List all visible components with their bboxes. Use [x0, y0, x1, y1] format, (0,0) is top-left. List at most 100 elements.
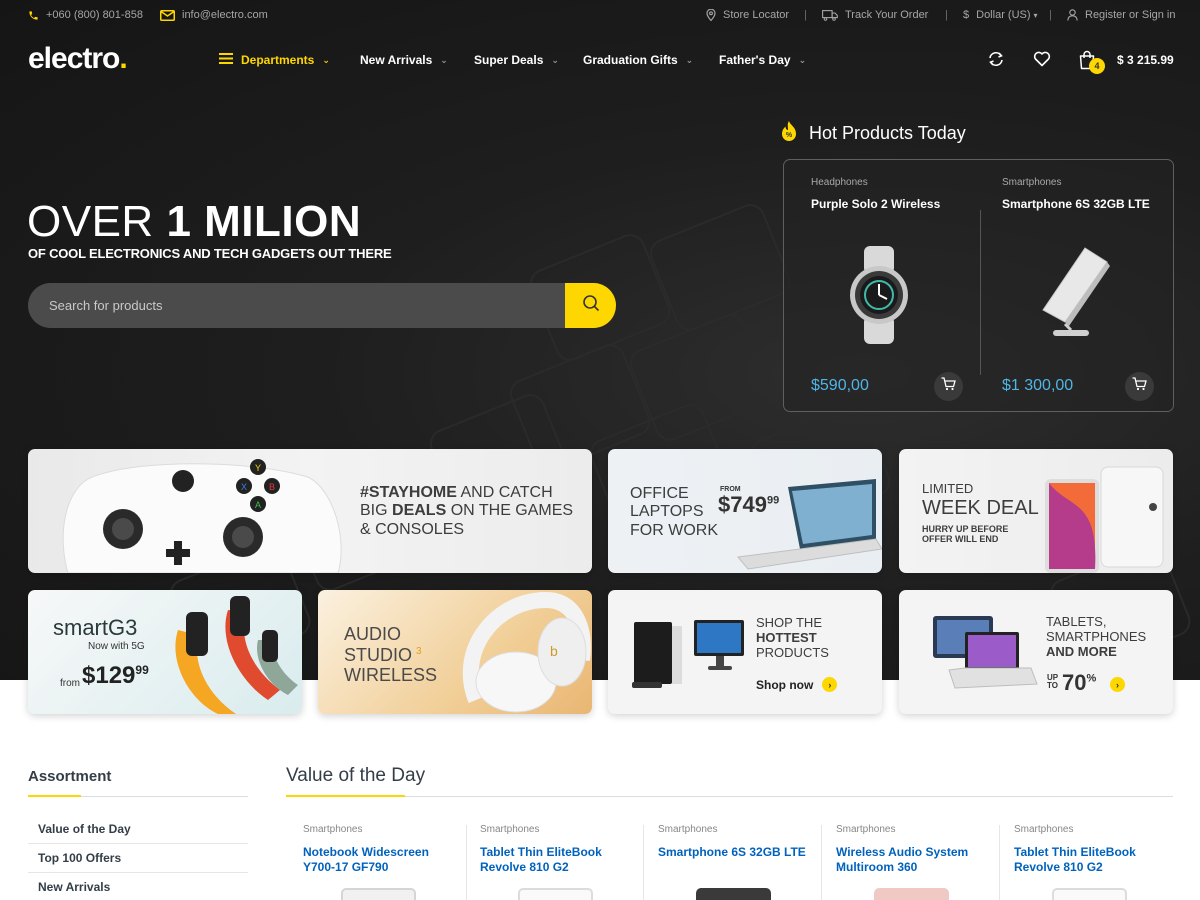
- assortment-item[interactable]: Value of the Day: [28, 815, 248, 844]
- banner-tablets-text: TABLETS, SMARTPHONES AND MORE: [1046, 614, 1146, 660]
- product-category: Smartphones: [480, 824, 540, 835]
- chevron-down-icon: ⌄: [440, 54, 448, 65]
- svg-text:A: A: [255, 500, 261, 510]
- gamepad-image: Y B X A: [62, 459, 342, 573]
- product-name[interactable]: Notebook Widescreen Y700-17 GF790: [303, 845, 453, 875]
- value-of-day-divider: [286, 796, 1173, 797]
- mail-icon: [160, 9, 175, 21]
- banner-smartg3[interactable]: smartG3 Now with 5G from $12999: [28, 590, 302, 714]
- fitness-band-image: [175, 596, 298, 714]
- product-card[interactable]: Smartphones Smartphone 6S 32GB LTE: [641, 815, 811, 900]
- banner-laptops-text: OFFICE LAPTOPS FOR WORK: [630, 485, 718, 540]
- cart-total[interactable]: $ 3 215.99: [1117, 53, 1174, 67]
- add-to-cart-button[interactable]: [1125, 372, 1154, 401]
- nav-graduation-gifts[interactable]: Graduation Gifts ⌄: [583, 53, 693, 67]
- product-image[interactable]: [696, 888, 771, 900]
- heart-icon[interactable]: [1033, 50, 1051, 73]
- chevron-down-icon: ⌄: [685, 54, 694, 65]
- logo-text: electro: [28, 42, 120, 75]
- banner-games-text: #STAYHOME AND CATCH BIG DEALS ON THE GAM…: [360, 484, 573, 539]
- desktop-computer-image: [632, 620, 744, 688]
- product-category: Smartphones: [658, 824, 718, 835]
- banner-text: STUDIO: [344, 644, 413, 665]
- topbar-divider: |: [1049, 9, 1052, 21]
- product-name[interactable]: Tablet Thin EliteBook Revolve 810 G2: [480, 845, 630, 875]
- truck-icon: [822, 9, 838, 21]
- search-button[interactable]: [565, 283, 616, 328]
- nav-new-arrivals[interactable]: New Arrivals ⌄: [360, 53, 448, 67]
- product-card[interactable]: Smartphones Tablet Thin EliteBook Revolv…: [463, 815, 633, 900]
- product-name[interactable]: Purple Solo 2 Wireless: [811, 197, 940, 211]
- value-of-day-accent-line: [286, 795, 405, 797]
- hot-product-card[interactable]: Smartphones Smartphone 6S 32GB LTE $1 30…: [975, 160, 1165, 413]
- product-name[interactable]: Smartphone 6S 32GB LTE: [658, 845, 808, 860]
- smartphone-image[interactable]: [1015, 240, 1125, 350]
- banner-games-consoles[interactable]: Y B X A #STAYHOME AND CATCH BIG DEALS ON…: [28, 449, 592, 573]
- assortment-item[interactable]: Top 100 Offers: [28, 844, 248, 873]
- banner-price: $12999: [82, 662, 149, 690]
- product-image[interactable]: [518, 888, 593, 900]
- arrow-right-icon[interactable]: ›: [1110, 677, 1125, 692]
- banner-text: WEEK DEAL: [922, 496, 1039, 519]
- banner-text: & CONSOLES: [360, 520, 465, 538]
- add-to-cart-button[interactable]: [934, 372, 963, 401]
- assortment-item[interactable]: New Arrivals: [28, 873, 248, 900]
- banner-text: HOTTEST: [756, 629, 817, 645]
- headphones-image: b: [462, 591, 591, 713]
- hero-title-light: OVER: [27, 197, 154, 246]
- chevron-down-icon: ⌄: [551, 54, 559, 65]
- topbar-divider: |: [804, 9, 807, 21]
- banner-tablets-smartphones[interactable]: TABLETS, SMARTPHONES AND MORE UP TO 70% ›: [899, 590, 1173, 714]
- account-link[interactable]: Register or Sign in: [1067, 9, 1176, 21]
- nav-super-deals-label: Super Deals: [474, 53, 544, 67]
- banner-text: DEALS: [392, 502, 447, 520]
- product-card[interactable]: Smartphones Tablet Thin EliteBook Revolv…: [997, 815, 1167, 900]
- hero-title-bold: 1 MILION: [166, 197, 362, 246]
- banner-week-text: LIMITED WEEK DEAL HURRY UP BEFORE OFFER …: [922, 481, 1039, 545]
- site-logo[interactable]: electro.: [28, 42, 128, 76]
- banner-text: AUDIO: [344, 624, 402, 644]
- banner-product-name: smartG3: [53, 615, 138, 640]
- product-name[interactable]: Smartphone 6S 32GB LTE: [1002, 197, 1150, 211]
- laptop-image: [737, 479, 882, 570]
- product-image[interactable]: [341, 888, 416, 900]
- product-name[interactable]: Wireless Audio System Multiroom 360: [836, 845, 986, 875]
- track-order-link[interactable]: Track Your Order: [822, 9, 928, 21]
- discount-to: TO: [1047, 680, 1058, 690]
- top-bar: +060 (800) 801-858 info@electro.com Stor…: [0, 0, 1200, 32]
- topbar-divider: |: [945, 9, 948, 21]
- product-category: Smartphones: [303, 824, 363, 835]
- discount-value: 70%: [1062, 670, 1096, 696]
- product-image[interactable]: [1052, 888, 1127, 900]
- search-input[interactable]: [28, 283, 568, 328]
- currency-selector[interactable]: $ Dollar (US) ▾: [963, 9, 1038, 21]
- product-card[interactable]: Smartphones Notebook Widescreen Y700-17 …: [286, 815, 456, 900]
- banner-hottest-products[interactable]: SHOP THE HOTTEST PRODUCTS Shop now ›: [608, 590, 882, 714]
- hot-product-card[interactable]: Headphones Purple Solo 2 Wireless $590,0…: [784, 160, 974, 413]
- compare-icon[interactable]: [987, 50, 1005, 73]
- svg-text:B: B: [269, 482, 275, 492]
- banner-text: HURRY UP BEFORE: [922, 523, 1009, 534]
- account-label: Register or Sign in: [1085, 9, 1176, 21]
- shop-now-link[interactable]: Shop now ›: [756, 677, 838, 692]
- nav-super-deals[interactable]: Super Deals ⌄: [474, 53, 559, 67]
- store-locator-link[interactable]: Store Locator: [706, 9, 789, 21]
- banner-text: LAPTOPS: [630, 503, 704, 521]
- nav-fathers-day[interactable]: Father's Day ⌄: [719, 53, 806, 67]
- smartphone-image: [1045, 466, 1164, 573]
- value-of-day-title: Value of the Day: [286, 765, 426, 786]
- phone-contact[interactable]: +060 (800) 801-858: [28, 9, 143, 21]
- nav-departments[interactable]: Departments ⌄: [219, 53, 330, 67]
- product-image[interactable]: [874, 888, 949, 900]
- add-to-cart-icon: [1132, 377, 1147, 396]
- banner-audio-studio[interactable]: AUDIO STUDIO 3 WIRELESS b: [318, 590, 592, 714]
- banner-limited-week-deal[interactable]: LIMITED WEEK DEAL HURRY UP BEFORE OFFER …: [899, 449, 1173, 573]
- product-name[interactable]: Tablet Thin EliteBook Revolve 810 G2: [1014, 845, 1164, 875]
- product-card[interactable]: Smartphones Wireless Audio System Multir…: [819, 815, 989, 900]
- chevron-down-icon: ▾: [1033, 10, 1038, 20]
- banner-audio-text: AUDIO STUDIO 3 WIRELESS: [344, 624, 437, 686]
- product-price: $590,00: [811, 377, 869, 394]
- banner-office-laptops[interactable]: OFFICE LAPTOPS FOR WORK FROM $74999: [608, 449, 882, 573]
- email-contact[interactable]: info@electro.com: [160, 9, 268, 21]
- smartwatch-image[interactable]: [824, 240, 934, 350]
